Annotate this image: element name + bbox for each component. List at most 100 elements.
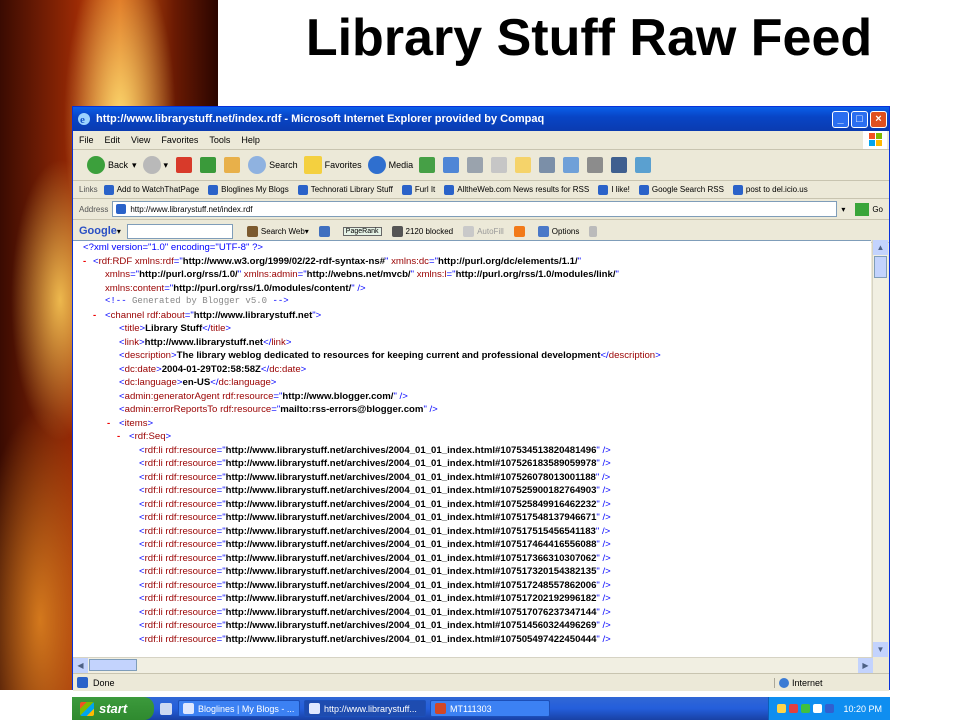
menu-help[interactable]: Help <box>241 135 260 145</box>
address-label: Address <box>79 204 109 214</box>
maximize-button[interactable]: □ <box>851 110 868 128</box>
link-item[interactable]: Technorati Library Stuff <box>297 184 393 195</box>
tray-icon[interactable] <box>813 704 823 713</box>
media-icon <box>367 156 386 174</box>
stop-icon[interactable] <box>176 157 193 173</box>
forward-dropdown-icon[interactable]: ▾ <box>164 160 169 171</box>
highlight-icon[interactable] <box>589 225 600 237</box>
popup-blocker[interactable]: 2120 blocked <box>391 225 453 237</box>
menu-edit[interactable]: Edit <box>105 135 121 145</box>
menu-file[interactable]: File <box>79 135 94 145</box>
collapse-icon[interactable]: - <box>107 417 110 431</box>
menu-view[interactable]: View <box>131 135 150 145</box>
pagerank-indicator[interactable]: PageRank <box>342 226 382 236</box>
blogger-button[interactable] <box>513 225 528 237</box>
resource-url: http://www.librarystuff.net/archives/200… <box>225 620 597 631</box>
link-item[interactable]: I like! <box>598 184 630 195</box>
tray-icon[interactable] <box>825 704 835 713</box>
tray-icon[interactable] <box>801 704 811 713</box>
research-icon[interactable] <box>539 157 556 173</box>
messenger-icon[interactable] <box>563 157 580 173</box>
resource-url: http://www.librarystuff.net/archives/200… <box>225 552 597 564</box>
vertical-scrollbar[interactable]: ▲ ▼ <box>872 240 888 657</box>
search-web-button[interactable]: Search Web ▾ <box>246 225 309 237</box>
rdf-root-line[interactable]: - <rdf:RDF xmlns:rdf="http://www.w3.org/1… <box>73 255 871 269</box>
link-item[interactable]: AlltheWeb.com News results for RSS <box>444 184 589 195</box>
print-icon[interactable] <box>467 157 484 173</box>
back-dropdown-icon[interactable]: ▾ <box>132 160 137 171</box>
menu-favorites[interactable]: Favorites <box>161 135 198 145</box>
items-line[interactable]: - <items> <box>73 417 871 431</box>
start-button[interactable]: start <box>72 697 154 720</box>
horizontal-scrollbar[interactable]: ◀ ▶ <box>73 657 873 673</box>
link-item[interactable]: Furl It <box>401 184 435 195</box>
home-icon[interactable] <box>224 157 241 173</box>
scroll-up-icon[interactable]: ▲ <box>873 240 888 255</box>
tray-icon[interactable] <box>777 704 787 713</box>
mail-icon[interactable] <box>443 157 460 173</box>
task-label: http://www.librarystuff... <box>324 703 417 714</box>
scroll-left-icon[interactable]: ◀ <box>73 658 88 673</box>
google-menu-icon[interactable]: ▾ <box>117 227 121 236</box>
minimize-button[interactable]: _ <box>832 110 849 128</box>
link-item[interactable]: Bloglines My Blogs <box>208 184 289 195</box>
h-scroll-thumb[interactable] <box>89 659 137 671</box>
title-bar[interactable]: e http://www.librarystuff.net/index.rdf … <box>73 107 889 131</box>
autofill-button[interactable]: AutoFill <box>463 225 504 237</box>
quick-launch-icon[interactable] <box>160 702 172 715</box>
xml-decl-text: <?xml version="1.0" encoding="UTF-8" ?> <box>83 242 264 253</box>
ie-icon: e <box>78 113 90 126</box>
link-item[interactable]: Google Search RSS <box>638 184 724 195</box>
resource-url: http://www.librarystuff.net/archives/200… <box>225 633 597 645</box>
rdf-seq-line[interactable]: - <rdf:Seq> <box>73 430 871 444</box>
history-icon[interactable] <box>419 157 436 173</box>
taskbar-item-bloglines[interactable]: Bloglines | My Blogs - ... <box>178 700 300 717</box>
channel-line[interactable]: - <channel rdf:about="http://www.librarys… <box>73 309 871 323</box>
link-item[interactable]: post to del.icio.us <box>732 184 808 195</box>
google-search-input[interactable] <box>126 223 233 239</box>
tools-icon[interactable] <box>587 157 604 173</box>
page-icon <box>638 184 649 195</box>
rdf-li-list: <rdf:li rdf:resource="http://www.library… <box>73 444 871 647</box>
links-bar: Links Add to WatchThatPage Bloglines My … <box>73 181 889 199</box>
scroll-down-icon[interactable]: ▼ <box>873 642 888 657</box>
taskbar-item-mt111303[interactable]: MT111303 <box>430 700 550 717</box>
news-button[interactable] <box>318 225 333 237</box>
refresh-icon[interactable] <box>200 157 217 173</box>
search-button[interactable]: Search <box>248 156 298 174</box>
folder-icon[interactable] <box>515 157 532 173</box>
menu-tools[interactable]: Tools <box>209 135 230 145</box>
resource-url: http://www.librarystuff.net/archives/200… <box>225 525 596 537</box>
back-button[interactable]: Back ▾ <box>87 156 137 174</box>
favorites-button[interactable]: Favorites <box>303 156 362 174</box>
link-item[interactable]: Add to WatchThatPage <box>103 184 200 195</box>
pagerank-label: PageRank <box>342 226 382 236</box>
tray-icon[interactable] <box>789 704 799 713</box>
xml-comment: <!-- Generated by Blogger v5.0 --> <box>105 296 289 306</box>
go-button[interactable]: Go <box>872 205 883 214</box>
bookmarklet-icon[interactable] <box>611 157 628 173</box>
collapse-icon[interactable]: - <box>83 255 86 269</box>
options-button[interactable]: Options <box>537 225 579 237</box>
taskbar-item-librarystuff[interactable]: http://www.librarystuff... <box>304 700 426 717</box>
link-label: Add to WatchThatPage <box>116 185 200 194</box>
address-input[interactable]: http://www.librarystuff.net/index.rdf <box>112 201 838 217</box>
forward-button[interactable] <box>142 156 161 174</box>
media-button[interactable]: Media <box>367 156 413 174</box>
close-button[interactable]: × <box>870 110 887 128</box>
edit-icon[interactable] <box>491 157 508 173</box>
scroll-right-icon[interactable]: ▶ <box>858 658 873 673</box>
title-line: <title>Library Stuff</title> <box>119 323 232 334</box>
resource-url: http://www.librarystuff.net/archives/200… <box>225 606 597 618</box>
clock[interactable]: 10:20 PM <box>843 704 882 714</box>
ie-task-icon <box>183 703 194 714</box>
rdf-li-line: <rdf:li rdf:resource="http://www.library… <box>139 498 611 510</box>
address-dropdown-icon[interactable]: ▾ <box>837 205 849 214</box>
collapse-icon[interactable]: - <box>117 430 120 444</box>
people-icon[interactable] <box>635 157 652 173</box>
options-icon <box>537 225 549 237</box>
go-arrow-icon[interactable] <box>855 202 870 216</box>
star-icon <box>303 156 322 174</box>
collapse-icon[interactable]: - <box>93 309 96 323</box>
scroll-thumb[interactable] <box>874 256 887 278</box>
